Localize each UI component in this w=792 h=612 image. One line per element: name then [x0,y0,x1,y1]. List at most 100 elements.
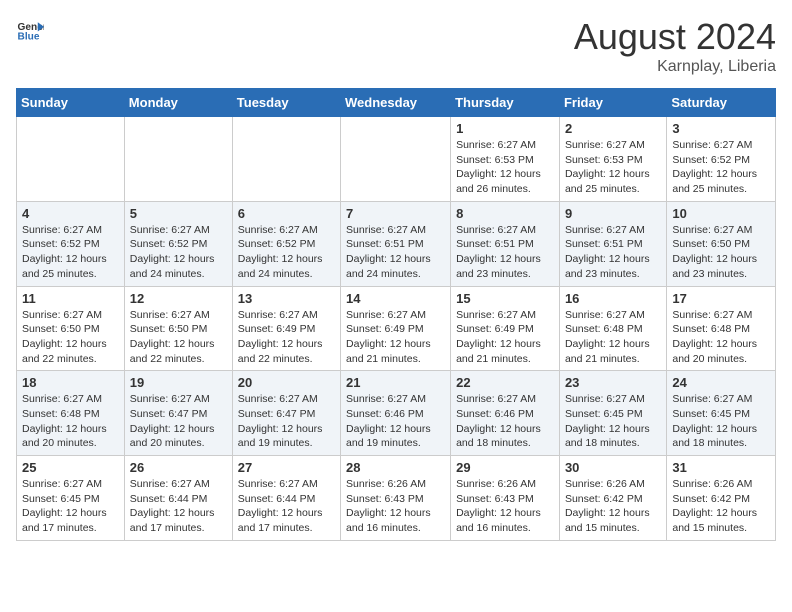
day-info: Sunrise: 6:27 AM Sunset: 6:52 PM Dayligh… [130,223,227,282]
weekday-header-friday: Friday [559,89,666,117]
day-number: 7 [346,206,445,221]
calendar-cell: 11 Sunrise: 6:27 AM Sunset: 6:50 PM Dayli… [17,286,125,371]
calendar-cell: 8 Sunrise: 6:27 AM Sunset: 6:51 PM Daylig… [451,201,560,286]
day-number: 4 [22,206,119,221]
day-number: 15 [456,291,554,306]
page-header: General Blue August 2024 Karnplay, Liber… [16,16,776,76]
day-number: 8 [456,206,554,221]
day-info: Sunrise: 6:27 AM Sunset: 6:45 PM Dayligh… [22,477,119,536]
day-info: Sunrise: 6:27 AM Sunset: 6:50 PM Dayligh… [130,308,227,367]
day-number: 29 [456,460,554,475]
weekday-header-wednesday: Wednesday [341,89,451,117]
calendar-cell: 26 Sunrise: 6:27 AM Sunset: 6:44 PM Dayli… [124,456,232,541]
day-number: 24 [672,375,770,390]
day-info: Sunrise: 6:27 AM Sunset: 6:53 PM Dayligh… [565,138,661,197]
day-number: 17 [672,291,770,306]
calendar-week-3: 11 Sunrise: 6:27 AM Sunset: 6:50 PM Dayli… [17,286,776,371]
day-number: 13 [238,291,335,306]
day-number: 5 [130,206,227,221]
calendar-cell: 21 Sunrise: 6:27 AM Sunset: 6:46 PM Dayli… [341,371,451,456]
day-number: 10 [672,206,770,221]
day-number: 23 [565,375,661,390]
day-info: Sunrise: 6:27 AM Sunset: 6:51 PM Dayligh… [346,223,445,282]
day-number: 12 [130,291,227,306]
day-number: 27 [238,460,335,475]
calendar-cell: 24Sunrise: 6:27 AM Sunset: 6:45 PM Dayli… [667,371,776,456]
weekday-header-tuesday: Tuesday [232,89,340,117]
calendar-cell [124,117,232,202]
day-number: 26 [130,460,227,475]
calendar-cell: 19Sunrise: 6:27 AM Sunset: 6:47 PM Dayli… [124,371,232,456]
calendar-cell: 28 Sunrise: 6:26 AM Sunset: 6:43 PM Dayli… [341,456,451,541]
calendar-cell: 31Sunrise: 6:26 AM Sunset: 6:42 PM Dayli… [667,456,776,541]
calendar-table: SundayMondayTuesdayWednesdayThursdayFrid… [16,88,776,541]
calendar-cell: 30Sunrise: 6:26 AM Sunset: 6:42 PM Dayli… [559,456,666,541]
calendar-cell: 18 Sunrise: 6:27 AM Sunset: 6:48 PM Dayli… [17,371,125,456]
calendar-cell [341,117,451,202]
month-year-title: August 2024 [574,16,776,58]
day-info: Sunrise: 6:26 AM Sunset: 6:43 PM Dayligh… [346,477,445,536]
calendar-cell: 25 Sunrise: 6:27 AM Sunset: 6:45 PM Dayli… [17,456,125,541]
day-info: Sunrise: 6:27 AM Sunset: 6:44 PM Dayligh… [130,477,227,536]
day-info: Sunrise: 6:26 AM Sunset: 6:42 PM Dayligh… [565,477,661,536]
calendar-cell: 6 Sunrise: 6:27 AM Sunset: 6:52 PM Daylig… [232,201,340,286]
day-info: Sunrise: 6:27 AM Sunset: 6:46 PM Dayligh… [346,392,445,451]
day-info: Sunrise: 6:27 AM Sunset: 6:48 PM Dayligh… [672,308,770,367]
calendar-cell: 10 Sunrise: 6:27 AM Sunset: 6:50 PM Dayli… [667,201,776,286]
day-number: 18 [22,375,119,390]
calendar-cell: 16Sunrise: 6:27 AM Sunset: 6:48 PM Dayli… [559,286,666,371]
calendar-cell: 17 Sunrise: 6:27 AM Sunset: 6:48 PM Dayli… [667,286,776,371]
calendar-cell: 23Sunrise: 6:27 AM Sunset: 6:45 PM Dayli… [559,371,666,456]
day-info: Sunrise: 6:27 AM Sunset: 6:52 PM Dayligh… [672,138,770,197]
day-number: 19 [130,375,227,390]
logo-icon: General Blue [16,16,44,44]
calendar-week-2: 4 Sunrise: 6:27 AM Sunset: 6:52 PM Daylig… [17,201,776,286]
day-info: Sunrise: 6:26 AM Sunset: 6:42 PM Dayligh… [672,477,770,536]
day-info: Sunrise: 6:27 AM Sunset: 6:49 PM Dayligh… [346,308,445,367]
calendar-week-4: 18 Sunrise: 6:27 AM Sunset: 6:48 PM Dayli… [17,371,776,456]
weekday-header-sunday: Sunday [17,89,125,117]
day-info: Sunrise: 6:27 AM Sunset: 6:52 PM Dayligh… [22,223,119,282]
calendar-cell: 29 Sunrise: 6:26 AM Sunset: 6:43 PM Dayli… [451,456,560,541]
location-subtitle: Karnplay, Liberia [574,58,776,76]
day-number: 22 [456,375,554,390]
day-info: Sunrise: 6:27 AM Sunset: 6:49 PM Dayligh… [456,308,554,367]
day-number: 6 [238,206,335,221]
day-info: Sunrise: 6:27 AM Sunset: 6:46 PM Dayligh… [456,392,554,451]
day-info: Sunrise: 6:27 AM Sunset: 6:52 PM Dayligh… [238,223,335,282]
calendar-week-1: 1 Sunrise: 6:27 AM Sunset: 6:53 PM Daylig… [17,117,776,202]
calendar-cell: 14 Sunrise: 6:27 AM Sunset: 6:49 PM Dayli… [341,286,451,371]
day-number: 2 [565,121,661,136]
calendar-cell: 15 Sunrise: 6:27 AM Sunset: 6:49 PM Dayli… [451,286,560,371]
day-info: Sunrise: 6:27 AM Sunset: 6:51 PM Dayligh… [456,223,554,282]
day-number: 28 [346,460,445,475]
day-info: Sunrise: 6:27 AM Sunset: 6:53 PM Dayligh… [456,138,554,197]
day-number: 14 [346,291,445,306]
title-block: August 2024 Karnplay, Liberia [574,16,776,76]
day-number: 21 [346,375,445,390]
day-number: 11 [22,291,119,306]
calendar-cell: 7 Sunrise: 6:27 AM Sunset: 6:51 PM Daylig… [341,201,451,286]
calendar-cell: 20Sunrise: 6:27 AM Sunset: 6:47 PM Dayli… [232,371,340,456]
day-info: Sunrise: 6:27 AM Sunset: 6:48 PM Dayligh… [22,392,119,451]
day-number: 1 [456,121,554,136]
day-info: Sunrise: 6:26 AM Sunset: 6:43 PM Dayligh… [456,477,554,536]
calendar-week-5: 25 Sunrise: 6:27 AM Sunset: 6:45 PM Dayli… [17,456,776,541]
day-info: Sunrise: 6:27 AM Sunset: 6:50 PM Dayligh… [22,308,119,367]
calendar-cell: 22 Sunrise: 6:27 AM Sunset: 6:46 PM Dayli… [451,371,560,456]
calendar-cell: 1 Sunrise: 6:27 AM Sunset: 6:53 PM Daylig… [451,117,560,202]
svg-text:Blue: Blue [18,31,40,42]
day-info: Sunrise: 6:27 AM Sunset: 6:50 PM Dayligh… [672,223,770,282]
calendar-cell [232,117,340,202]
weekday-header-saturday: Saturday [667,89,776,117]
calendar-cell: 9Sunrise: 6:27 AM Sunset: 6:51 PM Daylig… [559,201,666,286]
logo: General Blue [16,16,44,44]
day-number: 25 [22,460,119,475]
weekday-header-monday: Monday [124,89,232,117]
day-number: 3 [672,121,770,136]
calendar-cell: 27 Sunrise: 6:27 AM Sunset: 6:44 PM Dayli… [232,456,340,541]
calendar-cell: 2 Sunrise: 6:27 AM Sunset: 6:53 PM Daylig… [559,117,666,202]
day-info: Sunrise: 6:27 AM Sunset: 6:51 PM Dayligh… [565,223,661,282]
day-info: Sunrise: 6:27 AM Sunset: 6:44 PM Dayligh… [238,477,335,536]
weekday-header-thursday: Thursday [451,89,560,117]
